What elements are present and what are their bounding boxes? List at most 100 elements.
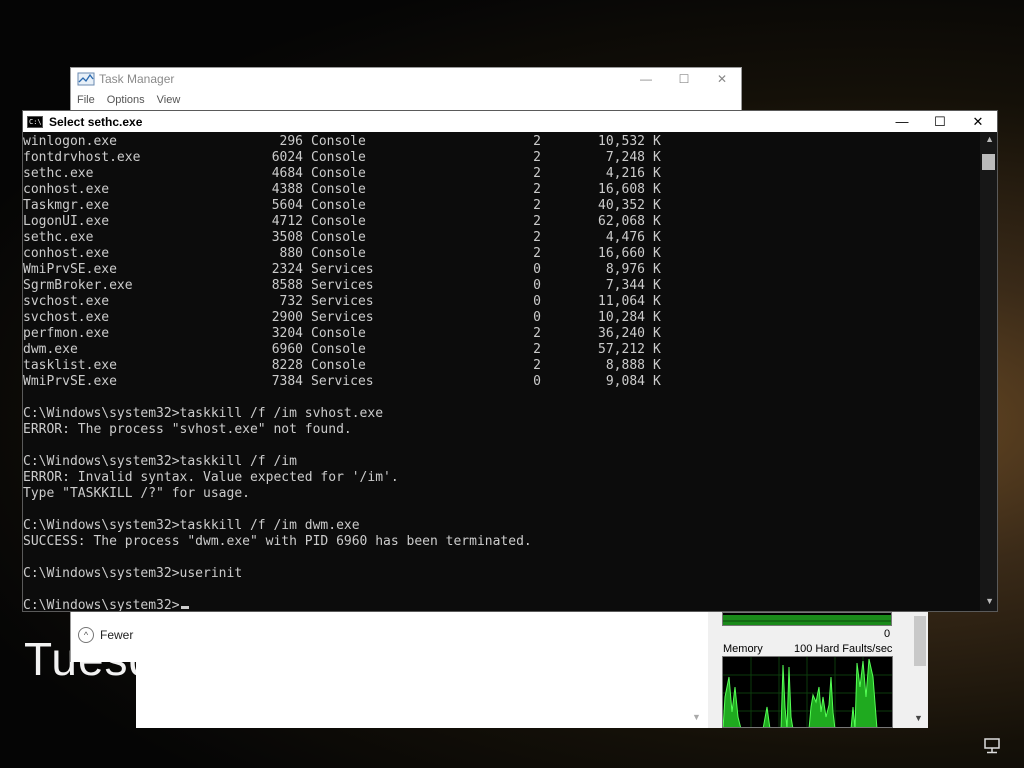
close-button[interactable]: ✕ bbox=[703, 68, 741, 90]
console-output[interactable]: winlogon.exe 296 Console 2 10,532 Kfontdrvhos… bbox=[23, 134, 981, 611]
process-memory-unit: K bbox=[653, 198, 661, 213]
process-memory: 36,240 bbox=[598, 326, 645, 341]
console-line: Type "TASKKILL /?" for usage. bbox=[23, 486, 250, 501]
process-memory-unit: K bbox=[653, 278, 661, 293]
text-cursor bbox=[180, 606, 189, 609]
process-session: Console bbox=[311, 166, 366, 181]
console-title: Select sethc.exe bbox=[49, 114, 143, 129]
console-line: ERROR: The process "svhost.exe" not foun… bbox=[23, 422, 352, 437]
process-row: SgrmBroker.exe 8588 Services 0 7,344 K bbox=[23, 278, 981, 294]
console-body[interactable]: winlogon.exe 296 Console 2 10,532 Kfontdrvhos… bbox=[23, 132, 997, 611]
process-session: Console bbox=[311, 358, 366, 373]
process-memory: 4,216 bbox=[605, 166, 645, 181]
console-icon: C:\ bbox=[27, 115, 43, 128]
process-pid: 7384 bbox=[271, 374, 303, 389]
process-memory: 7,248 bbox=[605, 150, 645, 165]
console-close-button[interactable]: ✕ bbox=[959, 111, 997, 132]
minimize-button[interactable]: — bbox=[627, 68, 665, 90]
process-memory: 62,068 bbox=[598, 214, 645, 229]
console-minimize-button[interactable]: — bbox=[883, 111, 921, 132]
scroll-down-icon[interactable]: ▼ bbox=[692, 712, 701, 722]
process-memory-unit: K bbox=[653, 214, 661, 229]
menu-options[interactable]: Options bbox=[107, 94, 145, 106]
process-session-number: 2 bbox=[533, 214, 541, 229]
process-name: svchost.exe bbox=[23, 294, 110, 309]
process-session: Console bbox=[311, 198, 366, 213]
menu-view[interactable]: View bbox=[157, 94, 181, 106]
process-pid: 4388 bbox=[271, 182, 303, 197]
process-row: conhost.exe 4388 Console 2 16,608 K bbox=[23, 182, 981, 198]
process-name: conhost.exe bbox=[23, 246, 110, 261]
process-memory-unit: K bbox=[653, 326, 661, 341]
disk-graph bbox=[722, 612, 892, 626]
process-name: fontdrvhost.exe bbox=[23, 150, 141, 165]
process-session: Console bbox=[311, 182, 366, 197]
network-icon[interactable] bbox=[982, 738, 1002, 754]
console-maximize-button[interactable]: ☐ bbox=[921, 111, 959, 132]
memory-graph bbox=[722, 656, 893, 728]
console-prompt-line[interactable]: C:\Windows\system32> bbox=[23, 598, 981, 611]
process-row: svchost.exe 732 Services 0 11,064 K bbox=[23, 294, 981, 310]
console-titlebar[interactable]: C:\ Select sethc.exe — ☐ ✕ bbox=[23, 111, 997, 132]
perf-scrollbar-thumb[interactable] bbox=[914, 616, 926, 666]
process-session-number: 0 bbox=[533, 262, 541, 277]
scroll-up-icon[interactable]: ▲ bbox=[985, 134, 994, 144]
process-name: svchost.exe bbox=[23, 310, 110, 325]
process-memory: 8,976 bbox=[605, 262, 645, 277]
process-memory-unit: K bbox=[653, 294, 661, 309]
process-session-number: 2 bbox=[533, 326, 541, 341]
process-name: SgrmBroker.exe bbox=[23, 278, 133, 293]
perf-scroll-down-icon[interactable]: ▼ bbox=[914, 713, 923, 723]
memory-graph-plot bbox=[723, 657, 892, 727]
console-scrollbar[interactable]: ▲ ▼ bbox=[980, 132, 997, 611]
process-session: Console bbox=[311, 214, 366, 229]
process-memory: 8,888 bbox=[605, 358, 645, 373]
process-memory: 40,352 bbox=[598, 198, 645, 213]
process-session: Console bbox=[311, 342, 366, 357]
process-session-number: 0 bbox=[533, 374, 541, 389]
process-pid: 8228 bbox=[271, 358, 303, 373]
process-row: WmiPrvSE.exe 7384 Services 0 9,084 K bbox=[23, 374, 981, 390]
process-memory: 16,660 bbox=[598, 246, 645, 261]
process-name: perfmon.exe bbox=[23, 326, 110, 341]
process-session-number: 2 bbox=[533, 166, 541, 181]
fewer-details-button[interactable]: ^ Fewer bbox=[78, 627, 133, 643]
disk-graph-plot bbox=[723, 615, 891, 625]
task-manager-titlebar[interactable]: Task Manager — ☐ ✕ bbox=[71, 68, 741, 90]
process-session-number: 2 bbox=[533, 182, 541, 197]
process-memory-unit: K bbox=[653, 230, 661, 245]
process-memory: 9,084 bbox=[605, 374, 645, 389]
process-session: Console bbox=[311, 134, 366, 149]
process-memory-unit: K bbox=[653, 134, 661, 149]
process-session-number: 2 bbox=[533, 358, 541, 373]
process-session-number: 2 bbox=[533, 150, 541, 165]
process-session: Console bbox=[311, 150, 366, 165]
process-memory-unit: K bbox=[653, 150, 661, 165]
process-session-number: 2 bbox=[533, 246, 541, 261]
hard-faults-label: 100 Hard Faults/sec bbox=[794, 643, 893, 655]
process-pid: 6024 bbox=[271, 150, 303, 165]
maximize-button[interactable]: ☐ bbox=[665, 68, 703, 90]
console-prompt: C:\Windows\system32> bbox=[23, 598, 180, 611]
process-session-number: 2 bbox=[533, 134, 541, 149]
process-memory-unit: K bbox=[653, 310, 661, 325]
process-session: Console bbox=[311, 230, 366, 245]
menu-file[interactable]: File bbox=[77, 94, 95, 106]
process-name: winlogon.exe bbox=[23, 134, 117, 149]
process-memory-unit: K bbox=[653, 374, 661, 389]
process-pid: 296 bbox=[279, 134, 303, 149]
process-pid: 2324 bbox=[271, 262, 303, 277]
console-scrollbar-thumb[interactable] bbox=[982, 154, 995, 170]
process-pid: 880 bbox=[279, 246, 303, 261]
process-memory: 11,064 bbox=[598, 294, 645, 309]
process-row: Taskmgr.exe 5604 Console 2 40,352 K bbox=[23, 198, 981, 214]
process-pid: 4684 bbox=[271, 166, 303, 181]
process-row: fontdrvhost.exe 6024 Console 2 7,248 K bbox=[23, 150, 981, 166]
process-row: tasklist.exe 8228 Console 2 8,888 K bbox=[23, 358, 981, 374]
process-memory-unit: K bbox=[653, 166, 661, 181]
process-session: Services bbox=[311, 262, 374, 277]
scroll-down-icon[interactable]: ▼ bbox=[985, 596, 994, 606]
console-line: SUCCESS: The process "dwm.exe" with PID … bbox=[23, 534, 532, 549]
console-line: C:\Windows\system32>taskkill /f /im svho… bbox=[23, 406, 384, 421]
